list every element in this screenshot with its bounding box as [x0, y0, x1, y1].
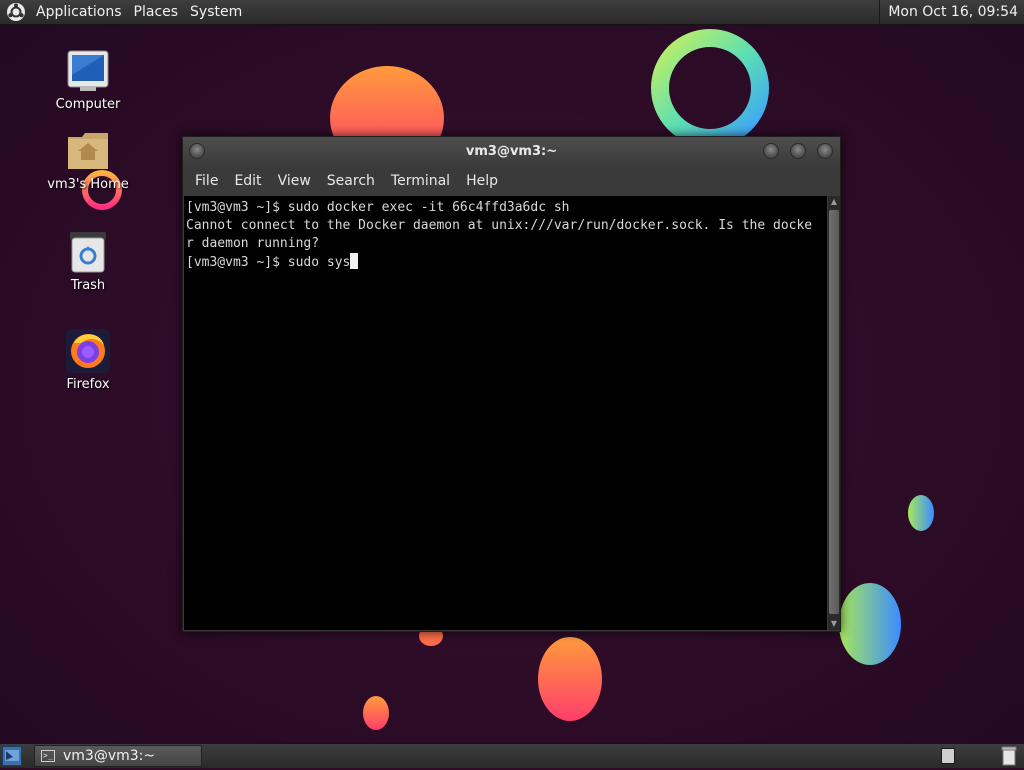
desktop-icon-home[interactable]: vm3's Home [43, 129, 133, 192]
menu-edit[interactable]: Edit [226, 167, 269, 195]
desktop-icon-label: Trash [70, 278, 106, 293]
menu-file[interactable]: File [187, 167, 226, 195]
scroll-down-arrow-icon[interactable]: ▼ [828, 618, 840, 630]
desktop-icon-computer[interactable]: Computer [43, 49, 133, 112]
clock[interactable]: Mon Oct 16, 09:54 [879, 0, 1024, 25]
terminal-line: r daemon running? [186, 236, 320, 251]
workspace-switcher[interactable] [941, 748, 955, 764]
terminal-window[interactable]: vm3@vm3:~ File Edit View Search Terminal… [182, 136, 841, 632]
trash-applet-icon[interactable] [1000, 746, 1018, 766]
window-title: vm3@vm3:~ [465, 144, 558, 159]
applications-menu[interactable]: Applications [30, 0, 128, 25]
scroll-up-arrow-icon[interactable]: ▲ [828, 196, 840, 208]
show-desktop-button[interactable] [2, 746, 22, 766]
show-desktop-icon [5, 750, 19, 761]
desktop-icon-firefox[interactable]: Firefox [43, 329, 133, 392]
home-folder-icon [66, 129, 110, 173]
minimize-button[interactable] [763, 143, 779, 159]
terminal-icon: >_ [41, 750, 55, 762]
menu-terminal[interactable]: Terminal [383, 167, 458, 195]
text-cursor [350, 253, 359, 269]
terminal-output[interactable]: [vm3@vm3 ~]$ sudo docker exec -it 66c4ff… [184, 196, 827, 630]
close-button[interactable] [817, 143, 833, 159]
desktop-icon-label: Computer [55, 97, 121, 112]
terminal-line: [vm3@vm3 ~]$ sudo docker exec -it 66c4ff… [186, 200, 570, 215]
distro-logo-icon[interactable] [6, 2, 26, 22]
maximize-button[interactable] [790, 143, 806, 159]
terminal-line: Cannot connect to the Docker daemon at u… [186, 218, 813, 233]
places-menu[interactable]: Places [128, 0, 185, 25]
window-titlebar[interactable]: vm3@vm3:~ [183, 137, 840, 167]
menu-help[interactable]: Help [458, 167, 506, 195]
computer-icon [66, 49, 110, 93]
terminal-scrollbar[interactable]: ▲ ▼ [828, 196, 840, 630]
firefox-icon [66, 329, 110, 373]
taskbar-item-terminal[interactable]: >_ vm3@vm3:~ [34, 745, 202, 767]
desktop-icon-label: vm3's Home [47, 177, 129, 192]
system-menu[interactable]: System [184, 0, 248, 25]
menu-view[interactable]: View [270, 167, 319, 195]
menu-search[interactable]: Search [319, 167, 383, 195]
terminal-prompt: [vm3@vm3 ~]$ sudo sys [186, 255, 351, 270]
trash-icon [66, 230, 110, 274]
terminal-prompt-line[interactable]: [vm3@vm3 ~]$ sudo sys [186, 253, 827, 272]
scrollbar-thumb[interactable] [829, 210, 839, 614]
desktop-icon-trash[interactable]: Trash [43, 230, 133, 293]
top-panel: Applications Places System Mon Oct 16, 0… [0, 0, 1024, 25]
desktop-icon-label: Firefox [66, 377, 110, 392]
terminal-menubar: File Edit View Search Terminal Help [183, 167, 840, 195]
bottom-panel: >_ vm3@vm3:~ [0, 743, 1024, 768]
taskbar-item-label: vm3@vm3:~ [63, 748, 156, 764]
